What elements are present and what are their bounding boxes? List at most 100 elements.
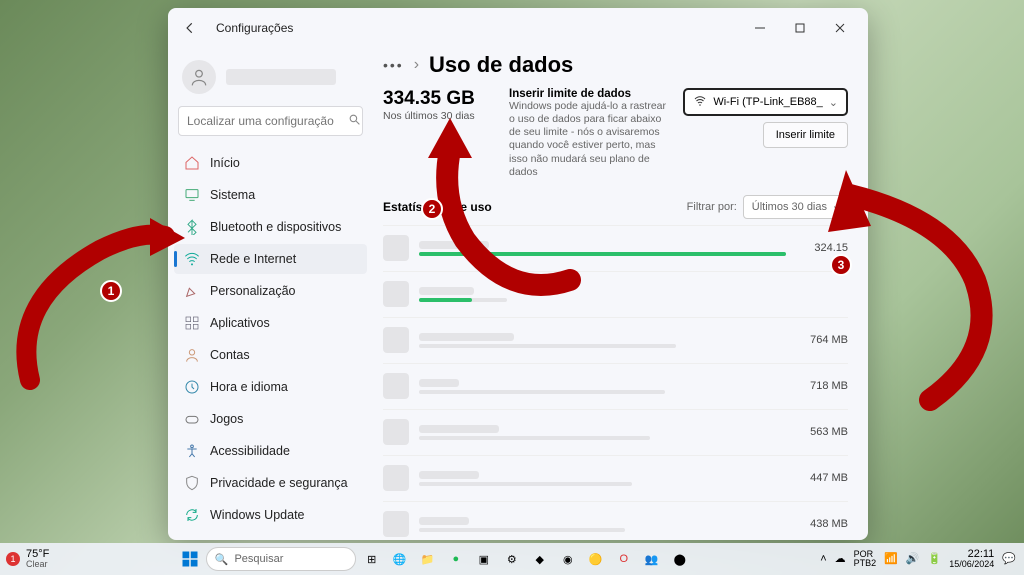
app-name-placeholder <box>419 471 479 479</box>
app-icon-placeholder <box>383 511 409 537</box>
weather-widget[interactable]: 1 75°F Clear <box>0 548 49 570</box>
network-selector[interactable]: Wi-Fi (TP-Link_EB88_ ⌄ <box>683 88 848 116</box>
battery-tray-icon[interactable]: 🔋 <box>928 552 942 565</box>
sidebar-item-personalize[interactable]: Personalização <box>174 276 367 306</box>
weather-alert-icon: 1 <box>6 552 20 566</box>
annotation-arrow-3 <box>810 160 1020 420</box>
sidebar-item-apps[interactable]: Aplicativos <box>174 308 367 338</box>
home-icon <box>184 155 200 171</box>
nav-label: Windows Update <box>210 508 305 522</box>
app-icon-3[interactable]: ◉ <box>556 547 580 571</box>
teams-icon[interactable]: 👥 <box>640 547 664 571</box>
user-account-row[interactable] <box>174 56 367 106</box>
accessibility-icon <box>184 443 200 459</box>
wifi-tray-icon[interactable]: 📶 <box>884 552 898 565</box>
app-name-placeholder <box>419 425 499 433</box>
onedrive-icon[interactable]: ☁ <box>835 552 846 565</box>
app-name-placeholder <box>419 517 469 525</box>
minimize-button[interactable] <box>740 13 780 43</box>
weather-condition: Clear <box>26 560 49 570</box>
sidebar: Início Sistema Bluetooth e dispositivos Red… <box>168 48 373 540</box>
breadcrumb: ••• › Uso de dados <box>383 52 848 78</box>
nav-label: Jogos <box>210 412 243 426</box>
wifi-icon <box>693 95 707 110</box>
chevron-down-icon: ⌄ <box>829 96 838 109</box>
nav-label: Início <box>210 156 240 170</box>
nav-label: Hora e idioma <box>210 380 288 394</box>
usage-bar <box>419 436 650 440</box>
explorer-icon[interactable]: 📁 <box>416 547 440 571</box>
insert-limit-button[interactable]: Inserir limite <box>763 122 848 148</box>
app-icon-placeholder <box>383 465 409 491</box>
app-icon-placeholder <box>383 419 409 445</box>
opera-icon[interactable]: O <box>612 547 636 571</box>
search-icon <box>348 113 361 129</box>
usage-row: 447 MB <box>383 455 848 501</box>
breadcrumb-more[interactable]: ••• <box>383 57 404 73</box>
annotation-marker-2: 2 <box>421 198 443 220</box>
tray-chevron-icon[interactable]: ˄ <box>820 553 826 565</box>
app-name-placeholder <box>419 333 514 341</box>
sidebar-item-time[interactable]: Hora e idioma <box>174 372 367 402</box>
sidebar-item-network[interactable]: Rede e Internet <box>174 244 367 274</box>
task-view-button[interactable]: ⊞ <box>360 547 384 571</box>
usage-row: 563 MB <box>383 409 848 455</box>
app-name-placeholder <box>419 379 459 387</box>
privacy-icon <box>184 475 200 491</box>
search-icon: 🔍 <box>215 553 229 566</box>
sidebar-item-home[interactable]: Início <box>174 148 367 178</box>
nav-label: Sistema <box>210 188 255 202</box>
app-icon[interactable]: ▣ <box>472 547 496 571</box>
sidebar-item-accessibility[interactable]: Acessibilidade <box>174 436 367 466</box>
app-icon-placeholder <box>383 281 409 307</box>
filter-label: Filtrar por: <box>687 201 737 213</box>
usage-bar <box>419 482 632 486</box>
nav-label: Bluetooth e dispositivos <box>210 220 341 234</box>
sidebar-item-privacy[interactable]: Privacidade e segurança <box>174 468 367 498</box>
app-icon-4[interactable]: ⬤ <box>668 547 692 571</box>
close-button[interactable] <box>820 13 860 43</box>
volume-tray-icon[interactable]: 🔊 <box>906 552 920 565</box>
sidebar-item-system[interactable]: Sistema <box>174 180 367 210</box>
settings-icon[interactable]: ⚙ <box>500 547 524 571</box>
back-button[interactable] <box>176 14 204 42</box>
usage-value: 438 MB <box>796 518 848 530</box>
taskbar-search[interactable]: 🔍 Pesquisar <box>206 547 356 571</box>
usage-row: 718 MB <box>383 363 848 409</box>
search-field[interactable] <box>187 114 342 128</box>
chrome-icon[interactable]: 🟡 <box>584 547 608 571</box>
nav-label: Contas <box>210 348 250 362</box>
window-title: Configurações <box>216 21 293 35</box>
edge-icon[interactable]: 🌐 <box>388 547 412 571</box>
avatar <box>182 60 216 94</box>
usage-bar <box>419 344 676 348</box>
annotation-marker-3: 3 <box>830 254 852 276</box>
spotify-icon[interactable]: ● <box>444 547 468 571</box>
nav-label: Aplicativos <box>210 316 270 330</box>
search-input[interactable] <box>178 106 363 136</box>
user-name-placeholder <box>226 69 336 85</box>
update-icon <box>184 507 200 523</box>
usage-row: 764 MB <box>383 317 848 363</box>
usage-bar <box>419 528 625 532</box>
nav-label: Rede e Internet <box>210 252 296 266</box>
app-icon-placeholder <box>383 373 409 399</box>
nav-list: Início Sistema Bluetooth e dispositivos Red… <box>174 148 367 530</box>
nav-label: Acessibilidade <box>210 444 290 458</box>
app-icon-2[interactable]: ◆ <box>528 547 552 571</box>
titlebar: Configurações <box>168 8 868 48</box>
notifications-icon[interactable]: 💬 <box>1002 552 1016 565</box>
nav-label: Personalização <box>210 284 295 298</box>
maximize-button[interactable] <box>780 13 820 43</box>
annotation-marker-1: 1 <box>100 280 122 302</box>
sidebar-item-gaming[interactable]: Jogos <box>174 404 367 434</box>
language-indicator[interactable]: PORPTB2 <box>854 550 877 569</box>
sidebar-item-bluetooth[interactable]: Bluetooth e dispositivos <box>174 212 367 242</box>
start-button[interactable] <box>178 547 202 571</box>
taskbar: 1 75°F Clear 🔍 Pesquisar ⊞ 🌐 📁 ● ▣ ⚙ ◆ ◉… <box>0 543 1024 575</box>
sidebar-item-accounts[interactable]: Contas <box>174 340 367 370</box>
app-icon-placeholder <box>383 235 409 261</box>
sidebar-item-update[interactable]: Windows Update <box>174 500 367 530</box>
clock[interactable]: 22:11 15/06/2024 <box>949 548 994 570</box>
total-usage-value: 334.35 GB <box>383 88 493 110</box>
